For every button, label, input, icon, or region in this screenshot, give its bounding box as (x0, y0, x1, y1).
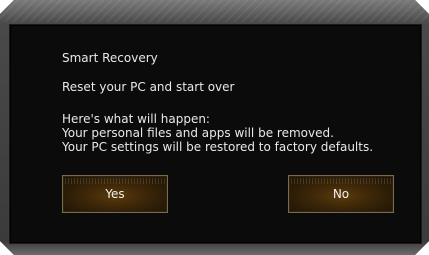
no-button[interactable]: No (288, 175, 394, 213)
message-line: Here's what will happen: (62, 112, 210, 126)
dialog-message: Here's what will happen: Your personal f… (62, 112, 373, 154)
dialog-heading: Smart Recovery (62, 51, 158, 65)
dialog-subtitle: Reset your PC and start over (62, 80, 235, 94)
yes-button[interactable]: Yes (62, 175, 168, 213)
message-line: Your PC settings will be restored to fac… (62, 140, 374, 154)
message-line: Your personal files and apps will be rem… (62, 126, 334, 140)
smart-recovery-dialog: Smart Recovery Reset your PC and start o… (9, 24, 422, 244)
